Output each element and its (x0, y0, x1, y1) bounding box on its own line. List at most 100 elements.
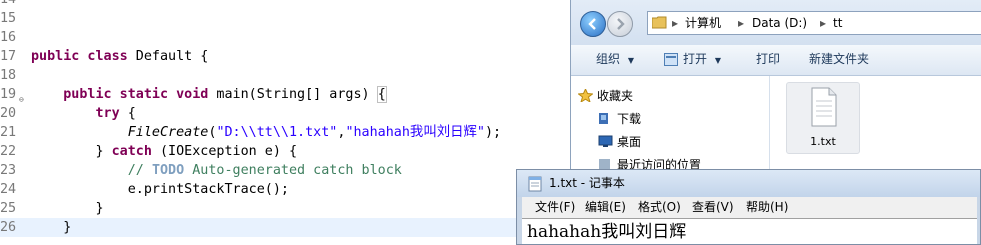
breadcrumb-computer[interactable]: 计算机 (685, 12, 721, 34)
code-token: e.printStackTrace(); (31, 182, 289, 197)
code-token: } (31, 144, 112, 159)
code-token: public static void (63, 87, 209, 102)
line-number: 23 (0, 163, 17, 178)
code-editor[interactable]: 14 15 16 17 public class Default { 18 19⊖ publ… (0, 0, 570, 245)
code-text: public static void main(String[] args) { (31, 85, 387, 104)
nav-item-desktop[interactable]: 桌面 (598, 132, 642, 152)
line-number: 15 (0, 11, 17, 26)
code-text: // TODO Auto-generated catch block (31, 161, 402, 180)
code-token: Default { (127, 49, 209, 64)
code-token: try (95, 106, 120, 121)
window-title: 1.txt - 记事本 (549, 176, 625, 190)
folder-icon (652, 16, 667, 29)
code-line[interactable]: 24 e.printStackTrace(); (0, 180, 570, 199)
code-token: TODO (151, 163, 185, 178)
file-name-label: 1.txt (810, 135, 836, 148)
code-token: } (31, 201, 104, 216)
code-line[interactable]: 18 (0, 66, 570, 85)
breadcrumb-drive[interactable]: Data (D:) (752, 12, 807, 34)
text-file-icon (811, 87, 837, 127)
code-line[interactable]: 17 public class Default { (0, 47, 570, 66)
code-token: catch (111, 144, 152, 159)
organize-button[interactable]: 组织 ▼ (596, 45, 634, 75)
line-number: 17 (0, 49, 17, 64)
code-token: { (376, 86, 387, 103)
breadcrumb-folder[interactable]: tt (833, 12, 842, 34)
menu-edit[interactable]: 编辑(E) (585, 197, 626, 218)
code-line[interactable]: 19 ⊖ public static void main(String[] arg… (0, 85, 570, 104)
line-number: 18 (0, 68, 17, 83)
file-item-1txt[interactable]: 1.txt (786, 82, 860, 154)
print-button[interactable]: 打印 (756, 45, 780, 75)
code-text: FileCreate("D:\\tt\\1.txt","hahahah我叫刘日辉… (31, 123, 501, 142)
menu-view[interactable]: 查看(V) (692, 197, 734, 218)
code-token: ); (484, 125, 502, 140)
code-line[interactable]: 21 FileCreate("D:\\tt\\1.txt","hahahah我叫… (0, 123, 570, 142)
code-line[interactable]: 25 } (0, 199, 570, 218)
forward-button[interactable] (607, 11, 633, 37)
breadcrumb-separator-icon: ▸ (672, 16, 679, 30)
code-token: public class (31, 49, 128, 64)
line-number: 25 (0, 201, 17, 216)
notepad-titlebar[interactable]: 1.txt - 记事本 (517, 170, 980, 197)
arrow-right-icon (617, 18, 625, 30)
line-number: 20 (0, 106, 17, 121)
code-token: "hahahah我叫刘日辉" (345, 125, 485, 140)
line-number: 24 (0, 182, 17, 197)
code-line[interactable]: 15 (0, 9, 570, 28)
code-text: e.printStackTrace(); (31, 180, 289, 199)
nav-item-label: 收藏夹 (597, 89, 634, 103)
document-text: hahahah我叫刘日辉 (527, 222, 687, 242)
address-bar[interactable]: ▸ 计算机 ▸ Data (D:) ▸ tt (647, 11, 981, 35)
breadcrumb-separator-icon: ▸ (820, 16, 827, 30)
code-line[interactable]: 23 // TODO Auto-generated catch block (0, 161, 570, 180)
code-token: } (31, 220, 72, 235)
notepad-text-area[interactable]: hahahah我叫刘日辉 (522, 218, 977, 244)
star-icon (578, 89, 593, 102)
code-text: public class Default { (31, 47, 208, 66)
nav-item-favorites[interactable]: 收藏夹 (578, 86, 634, 106)
nav-item-label: 桌面 (617, 135, 642, 149)
open-icon (664, 53, 678, 66)
menu-format[interactable]: 格式(O) (638, 197, 681, 218)
menu-help[interactable]: 帮助(H) (746, 197, 788, 218)
menu-file[interactable]: 文件(F) (535, 197, 575, 218)
code-text: try { (31, 104, 136, 123)
nav-item-label: 下载 (617, 112, 642, 126)
command-bar: 组织 ▼ 打开 ▼ 打印 新建文件夹 (571, 45, 981, 76)
downloads-folder-icon (599, 113, 608, 124)
code-line[interactable]: 14 (0, 0, 570, 9)
open-label: 打开 (683, 52, 708, 66)
code-token: Auto-generated catch block (184, 163, 402, 178)
arrow-left-icon (588, 18, 596, 30)
line-number: 21 (0, 125, 17, 140)
code-line[interactable]: 16 (0, 28, 570, 47)
code-line[interactable]: 20 try { (0, 104, 570, 123)
chevron-down-icon: ▼ (714, 56, 721, 65)
nav-item-downloads[interactable]: 下载 (599, 109, 642, 129)
line-number: 22 (0, 144, 17, 159)
menu-bar: 文件(F) 编辑(E) 格式(O) 查看(V) 帮助(H) (522, 197, 977, 218)
code-line[interactable]: 22 } catch (IOException e) { (0, 142, 570, 161)
line-number: 16 (0, 30, 17, 45)
code-token: // (127, 163, 152, 178)
code-line[interactable]: 26 } (0, 218, 570, 237)
code-token: main(String[] args) (208, 87, 378, 102)
back-button[interactable] (580, 11, 606, 37)
new-folder-button[interactable]: 新建文件夹 (809, 45, 869, 75)
notepad-icon (528, 176, 542, 192)
code-text: } catch (IOException e) { (31, 142, 297, 161)
address-toolbar: ▸ 计算机 ▸ Data (D:) ▸ tt (571, 0, 981, 45)
code-token: FileCreate (127, 125, 209, 140)
breadcrumb-separator-icon: ▸ (738, 16, 745, 30)
code-token: (IOException e) { (151, 144, 298, 159)
chevron-down-icon: ▼ (627, 56, 634, 65)
open-button[interactable]: 打开 ▼ (664, 45, 721, 75)
line-number: 26 (0, 220, 17, 235)
desktop-icon (598, 135, 613, 147)
code-text: } (31, 218, 71, 237)
code-text: } (31, 199, 104, 218)
